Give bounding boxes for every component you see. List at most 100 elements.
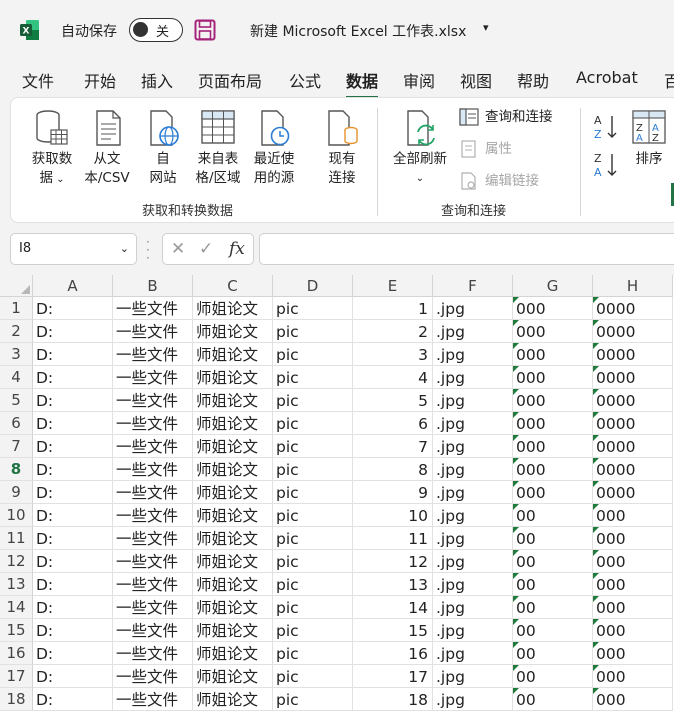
cell-e-16[interactable]: 16 — [353, 642, 433, 665]
cell-h-3[interactable]: 0000 — [593, 343, 673, 366]
existing-connections-button[interactable]: 现有 连接 — [319, 108, 365, 188]
cell-b-3[interactable]: 一些文件 — [113, 343, 193, 366]
cell-g-12[interactable]: 00 — [513, 550, 593, 573]
cell-c-1[interactable]: 师姐论文 — [193, 297, 273, 320]
autosave-toggle[interactable]: 关 — [129, 18, 183, 42]
cell-f-5[interactable]: .jpg — [433, 389, 513, 412]
cell-c-10[interactable]: 师姐论文 — [193, 504, 273, 527]
cell-b-1[interactable]: 一些文件 — [113, 297, 193, 320]
row-header[interactable]: 2 — [0, 320, 33, 343]
cell-f-17[interactable]: .jpg — [433, 665, 513, 688]
cell-h-11[interactable]: 000 — [593, 527, 673, 550]
cell-d-7[interactable]: pic — [273, 435, 353, 458]
cell-c-18[interactable]: 师姐论文 — [193, 688, 273, 711]
cell-d-1[interactable]: pic — [273, 297, 353, 320]
cell-b-12[interactable]: 一些文件 — [113, 550, 193, 573]
row-header[interactable]: 9 — [0, 481, 33, 504]
cell-a-4[interactable]: D: — [33, 366, 113, 389]
cell-f-15[interactable]: .jpg — [433, 619, 513, 642]
cell-h-13[interactable]: 000 — [593, 573, 673, 596]
cell-a-7[interactable]: D: — [33, 435, 113, 458]
cell-d-15[interactable]: pic — [273, 619, 353, 642]
cell-f-13[interactable]: .jpg — [433, 573, 513, 596]
cell-f-6[interactable]: .jpg — [433, 412, 513, 435]
tab-acrobat[interactable]: Acrobat — [576, 68, 638, 87]
tab-file[interactable]: 文件 — [22, 68, 54, 92]
cell-a-18[interactable]: D: — [33, 688, 113, 711]
cell-c-7[interactable]: 师姐论文 — [193, 435, 273, 458]
cell-c-17[interactable]: 师姐论文 — [193, 665, 273, 688]
cell-c-5[interactable]: 师姐论文 — [193, 389, 273, 412]
cell-c-4[interactable]: 师姐论文 — [193, 366, 273, 389]
tab-help[interactable]: 帮助 — [517, 68, 549, 92]
insert-function-icon[interactable]: fx — [229, 239, 245, 259]
sort-ascending-icon[interactable]: A Z — [593, 112, 619, 142]
cell-c-9[interactable]: 师姐论文 — [193, 481, 273, 504]
cell-e-11[interactable]: 11 — [353, 527, 433, 550]
cell-b-14[interactable]: 一些文件 — [113, 596, 193, 619]
row-header[interactable]: 13 — [0, 573, 33, 596]
cell-d-13[interactable]: pic — [273, 573, 353, 596]
cell-g-5[interactable]: 000 — [513, 389, 593, 412]
cell-d-12[interactable]: pic — [273, 550, 353, 573]
resize-dots-icon[interactable]: · · · — [146, 236, 150, 264]
cell-d-2[interactable]: pic — [273, 320, 353, 343]
cell-h-7[interactable]: 0000 — [593, 435, 673, 458]
cell-d-11[interactable]: pic — [273, 527, 353, 550]
cell-d-16[interactable]: pic — [273, 642, 353, 665]
cell-c-2[interactable]: 师姐论文 — [193, 320, 273, 343]
cell-d-18[interactable]: pic — [273, 688, 353, 711]
from-text-csv-button[interactable]: 从文 本/CSV — [81, 108, 133, 188]
cell-h-2[interactable]: 0000 — [593, 320, 673, 343]
cell-h-18[interactable]: 000 — [593, 688, 673, 711]
cell-c-12[interactable]: 师姐论文 — [193, 550, 273, 573]
cell-a-10[interactable]: D: — [33, 504, 113, 527]
cell-a-6[interactable]: D: — [33, 412, 113, 435]
cell-c-15[interactable]: 师姐论文 — [193, 619, 273, 642]
cell-g-15[interactable]: 00 — [513, 619, 593, 642]
select-all-corner[interactable] — [0, 275, 33, 297]
cell-d-10[interactable]: pic — [273, 504, 353, 527]
cell-g-3[interactable]: 000 — [513, 343, 593, 366]
cancel-icon[interactable]: ✕ — [171, 239, 185, 259]
row-header[interactable]: 6 — [0, 412, 33, 435]
row-header[interactable]: 5 — [0, 389, 33, 412]
cell-c-3[interactable]: 师姐论文 — [193, 343, 273, 366]
tab-insert[interactable]: 插入 — [141, 68, 173, 92]
row-header[interactable]: 10 — [0, 504, 33, 527]
column-header-d[interactable]: D — [273, 275, 353, 297]
cell-a-5[interactable]: D: — [33, 389, 113, 412]
cell-a-15[interactable]: D: — [33, 619, 113, 642]
cell-g-18[interactable]: 00 — [513, 688, 593, 711]
cell-c-13[interactable]: 师姐论文 — [193, 573, 273, 596]
cell-e-5[interactable]: 5 — [353, 389, 433, 412]
row-header[interactable]: 11 — [0, 527, 33, 550]
chevron-down-icon[interactable]: ⌄ — [120, 234, 129, 264]
column-header-a[interactable]: A — [33, 275, 113, 297]
cell-h-17[interactable]: 000 — [593, 665, 673, 688]
cell-f-12[interactable]: .jpg — [433, 550, 513, 573]
cell-e-8[interactable]: 8 — [353, 458, 433, 481]
cell-b-10[interactable]: 一些文件 — [113, 504, 193, 527]
cell-g-14[interactable]: 00 — [513, 596, 593, 619]
cell-c-11[interactable]: 师姐论文 — [193, 527, 273, 550]
from-table-range-button[interactable]: 来自表 格/区域 — [191, 108, 245, 188]
row-header[interactable]: 12 — [0, 550, 33, 573]
recent-sources-button[interactable]: 最近使 用的源 — [247, 108, 301, 188]
cell-g-10[interactable]: 00 — [513, 504, 593, 527]
cell-a-16[interactable]: D: — [33, 642, 113, 665]
cell-c-8[interactable]: 师姐论文 — [193, 458, 273, 481]
row-header[interactable]: 4 — [0, 366, 33, 389]
cell-g-11[interactable]: 00 — [513, 527, 593, 550]
row-header[interactable]: 17 — [0, 665, 33, 688]
cell-g-6[interactable]: 000 — [513, 412, 593, 435]
row-header[interactable]: 8 — [0, 458, 33, 481]
row-header[interactable]: 15 — [0, 619, 33, 642]
column-header-e[interactable]: E — [353, 275, 433, 297]
cell-d-8[interactable]: pic — [273, 458, 353, 481]
cell-e-3[interactable]: 3 — [353, 343, 433, 366]
cell-d-6[interactable]: pic — [273, 412, 353, 435]
file-name[interactable]: 新建 Microsoft Excel 工作表.xlsx — [250, 21, 466, 41]
chevron-down-icon[interactable]: ▾ — [483, 21, 489, 34]
column-header-b[interactable]: B — [113, 275, 193, 297]
